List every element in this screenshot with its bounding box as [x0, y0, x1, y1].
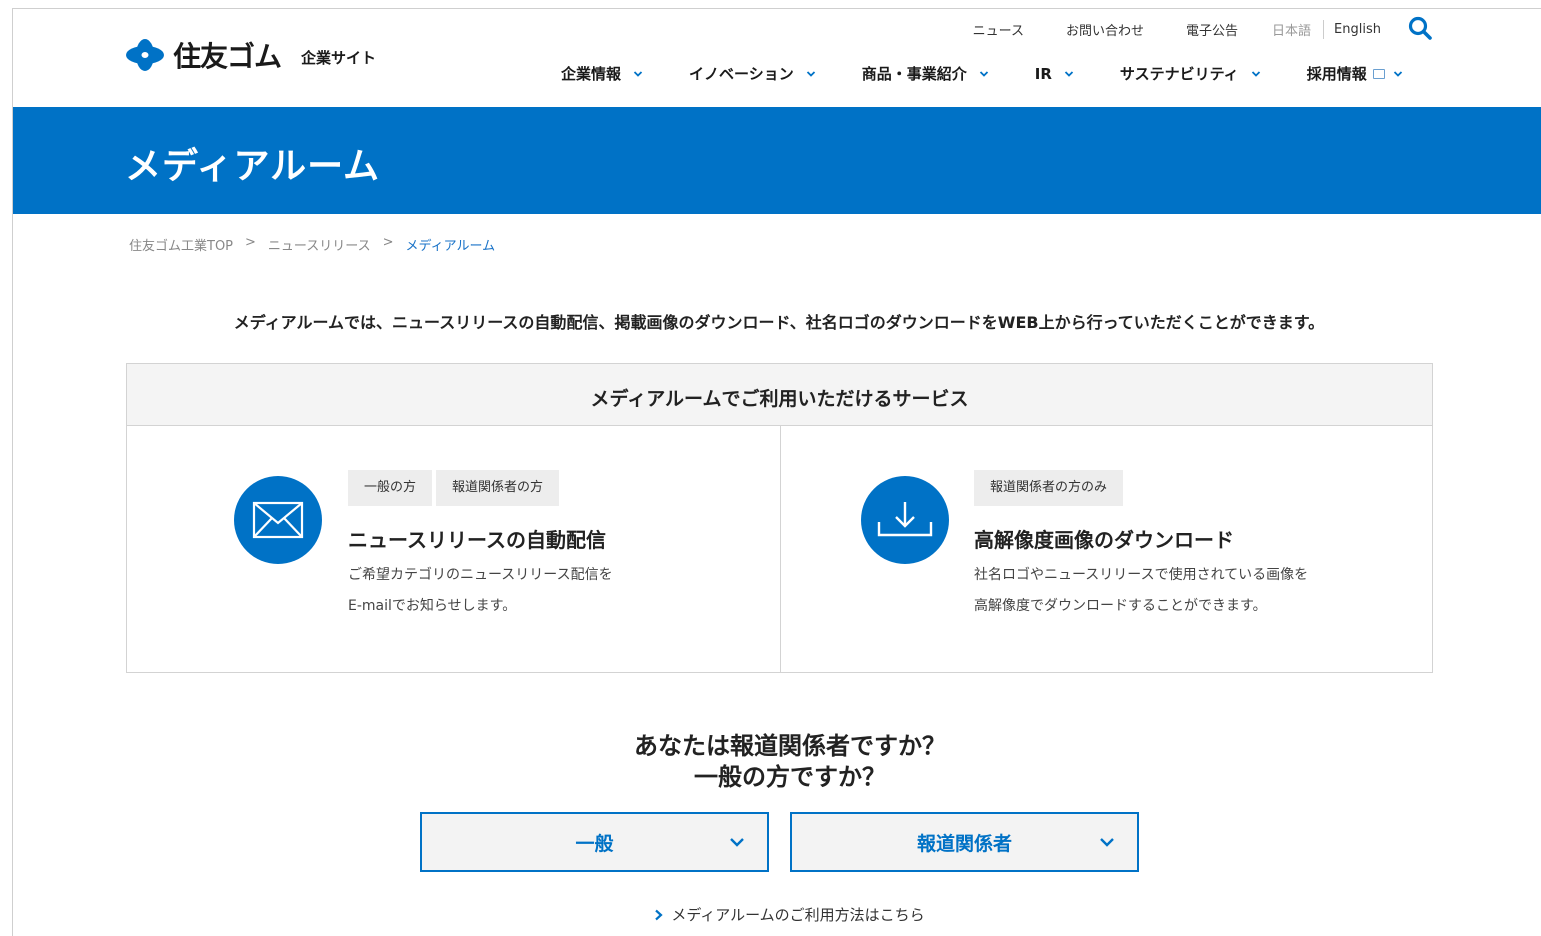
nav-label: 商品・事業紹介	[861, 65, 967, 83]
services-box: メディアルームでご利用いただけるサービス 一般の方 報道関係者の方 ニュースリリ…	[126, 363, 1433, 673]
chevron-right-icon	[655, 909, 663, 920]
chevron-down-icon	[979, 70, 988, 77]
lang-japanese[interactable]: 日本語	[1272, 20, 1325, 39]
intro-text: メディアルームでは、ニュースリリースの自動配信、掲載画像のダウンロード、社名ロゴ…	[233, 313, 1325, 332]
brand-name: 住友ゴム	[173, 40, 282, 73]
breadcrumb-separator: >	[245, 235, 256, 250]
nav-recruit[interactable]: 採用情報	[1307, 63, 1403, 84]
nav-innovation[interactable]: イノベーション	[689, 63, 816, 84]
breadcrumb-current: メディアルーム	[405, 239, 496, 254]
nav-label: 企業情報	[561, 65, 622, 83]
lang-english[interactable]: English	[1334, 22, 1381, 37]
service-title: 高解像度画像のダウンロード	[974, 528, 1234, 552]
service-description: ご希望カテゴリのニュースリリース配信を E-mailでお知らせします。	[348, 567, 613, 614]
nav-corporate-info[interactable]: 企業情報	[561, 63, 643, 84]
nav-label: サステナビリティ	[1119, 65, 1239, 83]
news-link[interactable]: ニュース	[973, 20, 1024, 39]
contact-link[interactable]: お問い合わせ	[1066, 20, 1144, 39]
chevron-down-icon	[1100, 838, 1114, 847]
breadcrumb: 住友ゴム工業TOP > ニュースリリース > メディアルーム	[129, 235, 495, 254]
download-icon	[861, 476, 949, 564]
logo-mark-icon	[125, 38, 165, 72]
tag-press: 報道関係者の方	[436, 470, 560, 506]
nav-label: IR	[1034, 64, 1052, 83]
service-tags: 一般の方 報道関係者の方	[348, 470, 563, 506]
search-icon[interactable]	[1407, 15, 1433, 41]
breadcrumb-separator: >	[382, 235, 394, 250]
press-button-label: 報道関係者	[916, 832, 1012, 855]
service-image-download: 報道関係者の方のみ 高解像度画像のダウンロード 社名ロゴやニュースリリースで使用…	[780, 426, 1433, 672]
tag-press-only: 報道関係者の方のみ	[974, 470, 1124, 506]
service-description: 社名ロゴやニュースリリースで使用されている画像を 高解像度でダウンロードすること…	[974, 567, 1309, 614]
chevron-down-icon	[633, 70, 643, 77]
service-news-delivery: 一般の方 報道関係者の方 ニュースリリースの自動配信 ご希望カテゴリのニュースリ…	[127, 426, 780, 672]
breadcrumb-news[interactable]: ニュースリリース	[268, 235, 371, 254]
logo[interactable]: 住友ゴム 企業サイト	[125, 35, 376, 75]
brand-subtitle: 企業サイト	[301, 48, 377, 67]
howto-link[interactable]: メディアルームのご利用方法はこちら	[13, 904, 1541, 925]
nav-label: イノベーション	[689, 65, 794, 83]
external-link-icon	[1372, 68, 1385, 79]
e-notice-link[interactable]: 電子公告	[1186, 20, 1238, 39]
audience-question: あなたは報道関係者ですか？ 一般の方ですか？	[634, 732, 946, 791]
general-button[interactable]: 一般	[420, 812, 769, 872]
howto-link-label: メディアルームのご利用方法はこちら	[671, 906, 925, 924]
hero-banner: メディアルーム	[13, 107, 1541, 214]
nav-label: 採用情報	[1306, 65, 1367, 83]
page-title: メディアルーム	[125, 146, 381, 187]
page-frame: 住友ゴム 企業サイト ニュース お問い合わせ 電子公告 日本語 English …	[12, 8, 1541, 936]
utility-nav: ニュース お問い合わせ 電子公告 日本語 English	[973, 20, 1381, 39]
general-button-label: 一般	[575, 832, 614, 855]
press-button[interactable]: 報道関係者	[790, 812, 1139, 872]
main-nav: 企業情報 イノベーション 商品・事業紹介 IR サステナビリティ 採用情報	[561, 63, 1403, 84]
chevron-down-icon	[1251, 70, 1260, 77]
nav-ir[interactable]: IR	[1035, 63, 1074, 84]
tag-general: 一般の方	[348, 470, 433, 506]
chevron-down-icon	[1393, 70, 1402, 77]
services-heading: メディアルームでご利用いただけるサービス	[127, 364, 1432, 426]
chevron-down-icon	[806, 70, 815, 77]
mail-icon	[234, 476, 322, 564]
nav-products[interactable]: 商品・事業紹介	[862, 63, 989, 84]
service-tags: 報道関係者の方のみ	[974, 470, 1127, 506]
service-title: ニュースリリースの自動配信	[348, 528, 606, 552]
chevron-down-icon	[730, 838, 744, 847]
breadcrumb-home[interactable]: 住友ゴム工業TOP	[129, 235, 233, 254]
chevron-down-icon	[1064, 70, 1074, 77]
nav-sustainability[interactable]: サステナビリティ	[1120, 63, 1261, 84]
